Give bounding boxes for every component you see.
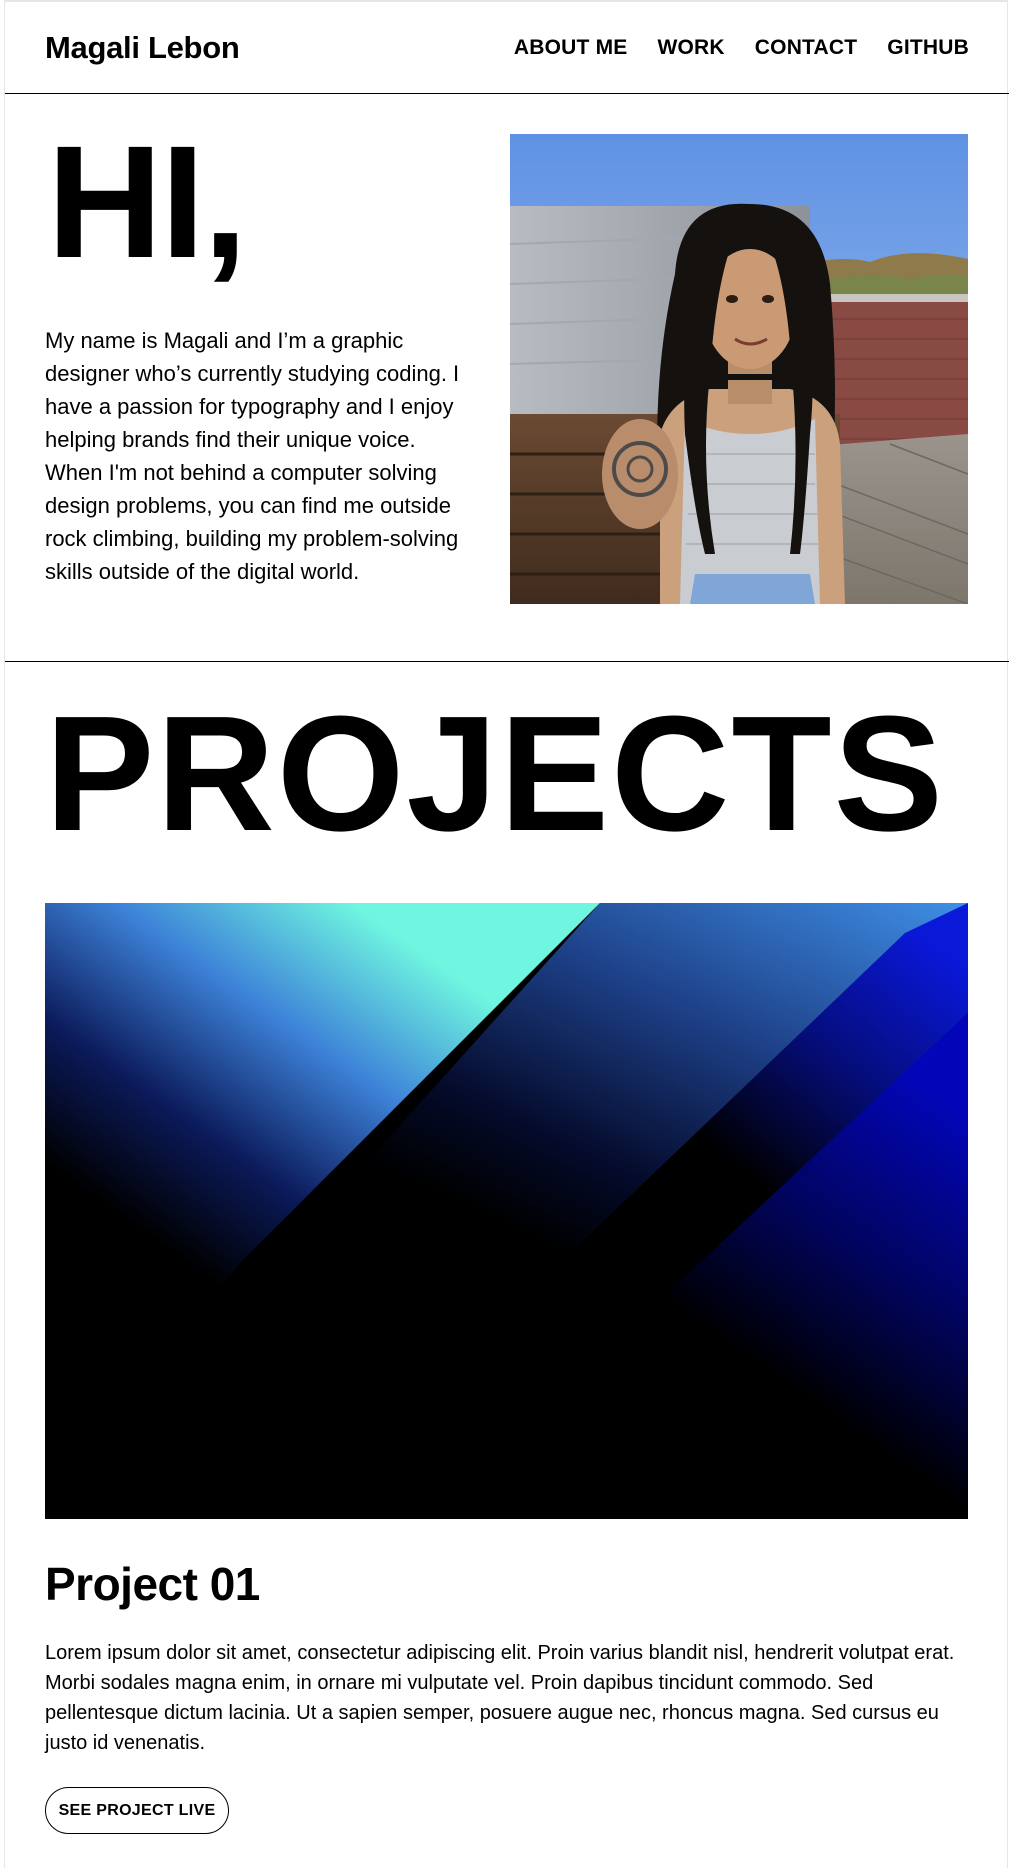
page: Magali Lebon ABOUT ME WORK CONTACT GITHU… [4, 0, 1009, 1868]
project-01-title: Project 01 [45, 1558, 260, 1610]
site-header: Magali Lebon ABOUT ME WORK CONTACT GITHU… [5, 2, 1009, 94]
hero-bio: My name is Magali and I’m a graphic desi… [45, 328, 460, 584]
nav-about-me[interactable]: ABOUT ME [514, 36, 628, 60]
see-project-live-button[interactable]: SEE PROJECT LIVE [45, 1787, 229, 1834]
projects-heading: PROJECTS [45, 682, 945, 865]
nav-contact[interactable]: CONTACT [755, 36, 858, 60]
nav-github[interactable]: GITHUB [887, 36, 969, 60]
site-logo[interactable]: Magali Lebon [45, 30, 240, 66]
project-01-description: Lorem ipsum dolor sit amet, consectetur … [45, 1642, 955, 1754]
profile-photo [510, 134, 968, 604]
hero-greeting: HI, [47, 112, 247, 291]
project-01-image[interactable] [45, 903, 968, 1519]
section-divider [5, 661, 1009, 662]
main-nav: ABOUT ME WORK CONTACT GITHUB [514, 36, 969, 60]
nav-work[interactable]: WORK [658, 36, 725, 60]
